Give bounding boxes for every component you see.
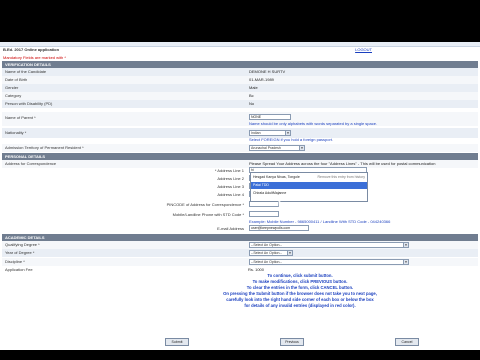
field-value: Male xyxy=(249,85,258,90)
field-label: Person with Disability (PD) xyxy=(5,101,53,106)
field-label: Category xyxy=(5,93,22,98)
logout-link[interactable]: LOGOUT xyxy=(355,47,372,52)
top-strip xyxy=(0,42,480,47)
year-select[interactable]: --Select An Option-- ▼ xyxy=(249,250,293,256)
nationality-label: Nationality * xyxy=(5,130,27,135)
instructions-block: To continue, click submit button. To mak… xyxy=(150,273,450,309)
field-value: DEMONE H SURTV xyxy=(249,69,286,74)
chevron-down-icon: ▼ xyxy=(403,243,408,247)
autocomplete-item[interactable]: Chirala AdultMajanne xyxy=(251,190,367,197)
autocomplete-item-selected[interactable]: Palai TDD xyxy=(251,182,367,189)
field-label: Date of Birth xyxy=(5,77,28,82)
verification-section-header: VERIFICATION DETAILS xyxy=(2,61,478,68)
discipline-value: --Select An Option-- xyxy=(251,260,282,264)
browser-page: B.Ed. 2017 Online application LOGOUT Man… xyxy=(0,42,480,350)
nationality-select[interactable]: Indian ▼ xyxy=(249,130,291,136)
qualifying-value: --Select An Option-- xyxy=(251,243,282,247)
nationality-row: Nationality * xyxy=(2,128,478,138)
address-line3-label: Address Line 3 xyxy=(217,184,244,189)
field-value: Bc xyxy=(249,93,254,98)
verification-row: Name of the Candidate DEMONE H SURTV xyxy=(2,68,478,76)
chevron-down-icon: ▼ xyxy=(403,260,408,264)
year-value: --Select An Option-- xyxy=(251,251,282,255)
submit-button[interactable]: Submit xyxy=(165,338,189,346)
chevron-down-icon: ▼ xyxy=(287,251,292,255)
state-select[interactable]: Arunachal Pradesh ▼ xyxy=(249,145,305,151)
phone-label: Mobile/Landline Phone with STD Code * xyxy=(172,212,244,217)
field-value: 01-MAR-1989 xyxy=(249,77,274,82)
previous-button[interactable]: Previous xyxy=(280,338,304,346)
year-row: Year of Degree * xyxy=(2,249,478,257)
state-row: Admission Territory of Permanent Residen… xyxy=(2,144,478,152)
address-line1-label: * Address Line 1 xyxy=(214,168,244,173)
nationality-value: Indian xyxy=(251,131,261,135)
state-label: Admission Territory of Permanent Residen… xyxy=(5,145,84,150)
cancel-button[interactable]: Cancel xyxy=(395,338,419,346)
discipline-select[interactable]: --Select An Option-- ▼ xyxy=(249,259,409,265)
address-label: Address for Correspondence xyxy=(5,161,57,166)
qualifying-label: Qualifying Degree * xyxy=(5,242,40,247)
discipline-label: Discipline * xyxy=(5,259,25,264)
field-label: Name of the Candidate xyxy=(5,69,47,74)
autocomplete-dropdown: Hesgad Kanya Nivas, Tongole Remove this … xyxy=(250,172,368,202)
video-letterbox: B.Ed. 2017 Online application LOGOUT Man… xyxy=(0,0,480,360)
verification-row: Category Bc xyxy=(2,92,478,100)
parent-label: Name of Parent * xyxy=(5,115,36,120)
autocomplete-item[interactable]: Hesgad Kanya Nivas, Tongole Remove this … xyxy=(251,174,367,181)
qualifying-select[interactable]: --Select An Option-- ▼ xyxy=(249,242,409,248)
mandatory-note: Mandatory Fields are marked with * xyxy=(3,55,66,60)
parent-name-input[interactable]: NONE xyxy=(249,114,291,120)
address-header-row: Address for Correspondence Please Spread… xyxy=(2,160,478,168)
fee-label: Application Fee xyxy=(5,267,33,272)
address-line2-label: Address Line 2 xyxy=(217,176,244,181)
pincode-label: PINCODE of Address for Correspondence * xyxy=(166,202,244,207)
chevron-down-icon: ▼ xyxy=(299,146,304,150)
autocomplete-side-note: Remove this entry from history xyxy=(317,175,365,179)
address-line4-label: Address Line 4 xyxy=(217,192,244,197)
parent-row: Name of Parent * xyxy=(2,112,478,126)
verification-row: Date of Birth 01-MAR-1989 xyxy=(2,76,478,84)
verification-row: Gender Male xyxy=(2,84,478,92)
year-label: Year of Degree * xyxy=(5,250,35,255)
parent-hint: Name should be only alphabets with words… xyxy=(249,121,378,126)
field-value: No xyxy=(249,101,255,106)
phone-input[interactable] xyxy=(249,211,279,217)
email-label: E-mail Address xyxy=(217,226,244,231)
personal-section-header: PERSONAL DETAILS xyxy=(2,153,478,160)
instruction-line: for details of any invalid entries (disp… xyxy=(244,303,356,308)
verification-row: Person with Disability (PD) No xyxy=(2,100,478,108)
phone-hint: Example: Mobile Number - 9865000411 / La… xyxy=(249,219,391,224)
fee-value: Rs. 1000 xyxy=(248,267,265,272)
academic-section-header: ACADEMIC DETAILS xyxy=(2,234,478,241)
autocomplete-item-text: Hesgad Kanya Nivas, Tongole xyxy=(253,175,300,179)
email-input[interactable]: user@keepnewpolls.com xyxy=(249,225,309,231)
chevron-down-icon: ▼ xyxy=(285,131,290,135)
state-value: Arunachal Pradesh xyxy=(251,146,281,150)
field-label: Gender xyxy=(5,85,19,90)
foreign-hint: Select FOREIGN if you hold a foreign pas… xyxy=(249,137,334,142)
page-title: B.Ed. 2017 Online application xyxy=(3,47,60,52)
